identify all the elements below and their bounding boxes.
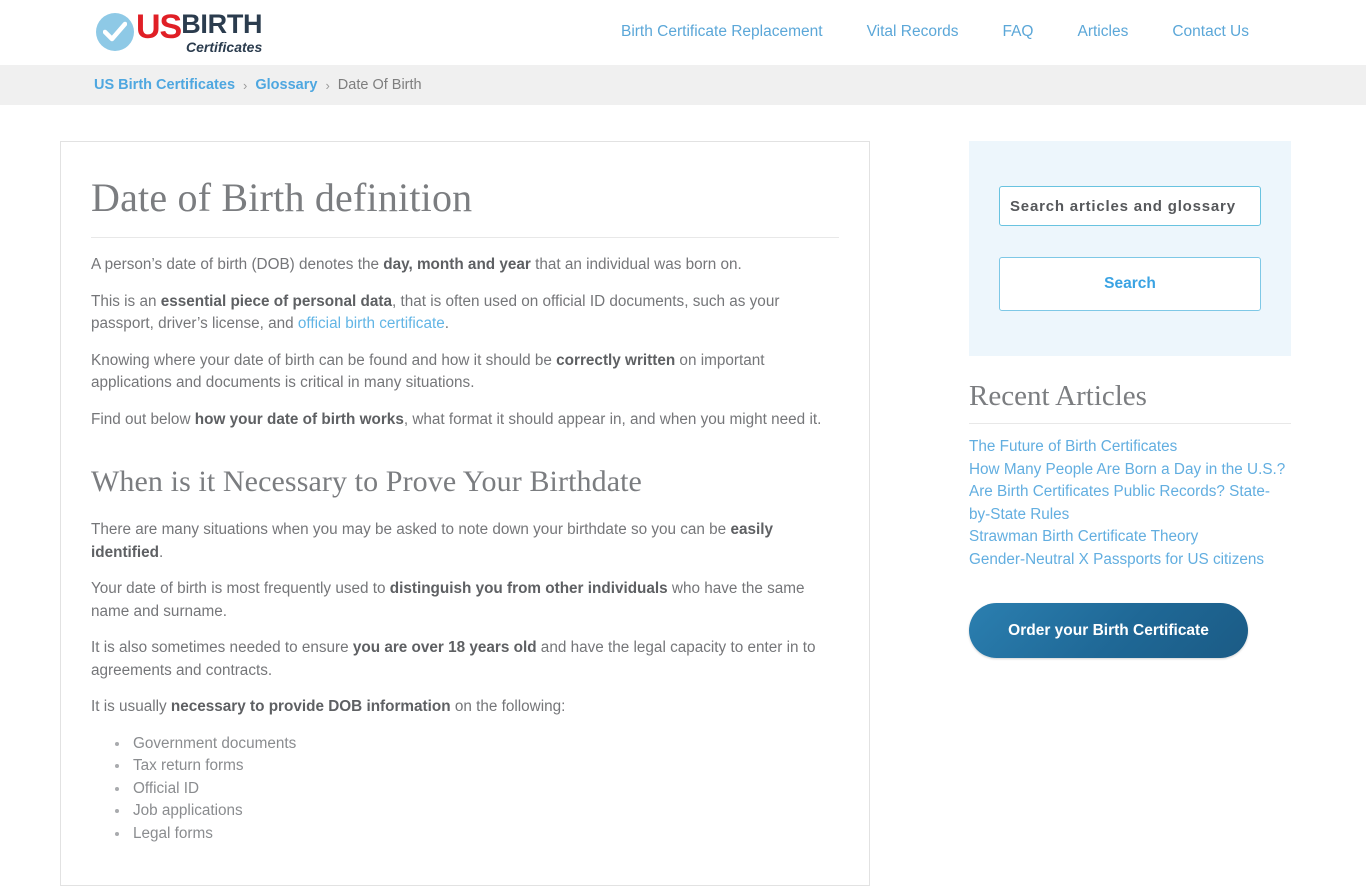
list-item: Tax return forms [115, 755, 839, 778]
section-paragraph-1: There are many situations when you may b… [91, 519, 839, 564]
dob-usage-list: Government documents Tax return forms Offi… [91, 733, 839, 846]
inline-link[interactable]: official birth certificate [298, 315, 445, 332]
body-text: There are many situations when you may b… [91, 521, 731, 538]
breadcrumb: US Birth Certificates › Glossary › Date … [0, 65, 1366, 105]
breadcrumb-item-home[interactable]: US Birth Certificates [94, 77, 235, 93]
body-text: This is an [91, 292, 161, 310]
intro-paragraph-1: A person’s date of birth (DOB) denotes t… [91, 254, 839, 277]
order-birth-certificate-button[interactable]: Order your Birth Certificate [969, 603, 1248, 658]
list-item: Gender-Neutral X Passports for US citize… [969, 549, 1291, 572]
body-text: . [159, 543, 164, 561]
emphasis-text: correctly written [556, 351, 676, 369]
list-item: How Many People Are Born a Day in the U.… [969, 459, 1291, 482]
nav-item-birth-certificate-replacement[interactable]: Birth Certificate Replacement [599, 23, 845, 41]
list-item: Official ID [115, 778, 839, 801]
check-circle-icon [96, 13, 134, 51]
list-item: Government documents [115, 733, 839, 756]
list-item: Strawman Birth Certificate Theory [969, 526, 1291, 549]
breadcrumb-separator-icon: › [243, 77, 248, 93]
intro-paragraph-2: This is an essential piece of personal d… [91, 291, 839, 336]
body-text: . [444, 315, 449, 332]
search-input[interactable] [999, 186, 1261, 226]
breadcrumb-separator-icon: › [325, 77, 330, 93]
body-text: on the following: [450, 698, 566, 715]
body-text: Your date of birth is most frequently us… [91, 580, 390, 597]
page-body: Date of Birth definition A person’s date… [0, 105, 1366, 886]
body-text: It is also sometimes needed to ensure [91, 639, 353, 656]
nav-item-contact-us[interactable]: Contact Us [1150, 23, 1271, 41]
site-header: US BIRTH Certificates Birth Certificate … [0, 0, 1366, 65]
list-item: The Future of Birth Certificates [969, 436, 1291, 459]
body-text: Find out below [91, 410, 195, 428]
list-item: Are Birth Certificates Public Records? S… [969, 481, 1291, 526]
body-text: It is usually [91, 698, 171, 715]
main-navigation: Birth Certificate Replacement Vital Reco… [599, 23, 1366, 41]
intro-paragraph-4: Find out below how your date of birth wo… [91, 409, 839, 432]
sidebar: Search Recent Articles The Future of Bir… [969, 141, 1291, 658]
body-text: that an individual was born on. [530, 256, 742, 273]
logo-birth-text: BIRTH [181, 9, 263, 39]
search-button[interactable]: Search [999, 257, 1261, 311]
page-title: Date of Birth definition [91, 174, 839, 238]
recent-article-link[interactable]: The Future of Birth Certificates [969, 436, 1291, 459]
site-logo[interactable]: US BIRTH Certificates [96, 8, 263, 55]
logo-wordmark: US BIRTH Certificates [136, 8, 263, 55]
section-paragraph-2: Your date of birth is most frequently us… [91, 578, 839, 623]
recent-article-link[interactable]: How Many People Are Born a Day in the U.… [969, 459, 1291, 482]
body-text: A person’s date of birth (DOB) denotes t… [91, 256, 384, 273]
list-item: Legal forms [115, 823, 839, 846]
breadcrumb-item-current: Date Of Birth [337, 77, 422, 93]
section-heading: When is it Necessary to Prove Your Birth… [91, 465, 642, 498]
emphasis-text: day, month and year [383, 256, 531, 273]
emphasis-text: necessary to provide DOB information [170, 698, 451, 715]
recent-article-link[interactable]: Are Birth Certificates Public Records? S… [969, 481, 1291, 526]
body-text: , what format it should appear in, and w… [403, 410, 822, 428]
recent-articles-list: The Future of Birth Certificates How Many… [969, 436, 1291, 571]
body-text: Knowing where your date of birth can be … [91, 351, 557, 369]
emphasis-text: how your date of birth works [194, 410, 404, 428]
section-paragraph-4: It is usually necessary to provide DOB i… [91, 696, 839, 719]
breadcrumb-item-glossary[interactable]: Glossary [255, 77, 317, 93]
intro-paragraph-3: Knowing where your date of birth can be … [91, 350, 839, 395]
nav-item-articles[interactable]: Articles [1056, 23, 1151, 41]
list-item: Job applications [115, 800, 839, 823]
emphasis-text: you are over 18 years old [352, 639, 537, 656]
section-paragraph-3: It is also sometimes needed to ensure yo… [91, 637, 839, 682]
logo-us-text: US [136, 8, 182, 46]
nav-item-faq[interactable]: FAQ [980, 23, 1055, 41]
logo-certificates-text: Certificates [185, 39, 263, 55]
article-card: Date of Birth definition A person’s date… [60, 141, 870, 886]
emphasis-text: distinguish you from other individuals [389, 580, 668, 597]
recent-articles-title: Recent Articles [969, 380, 1291, 424]
recent-article-link[interactable]: Strawman Birth Certificate Theory [969, 526, 1291, 549]
search-panel: Search [969, 141, 1291, 356]
emphasis-text: essential piece of personal data [160, 292, 392, 310]
recent-article-link[interactable]: Gender-Neutral X Passports for US citize… [969, 549, 1291, 572]
nav-item-vital-records[interactable]: Vital Records [845, 23, 981, 41]
